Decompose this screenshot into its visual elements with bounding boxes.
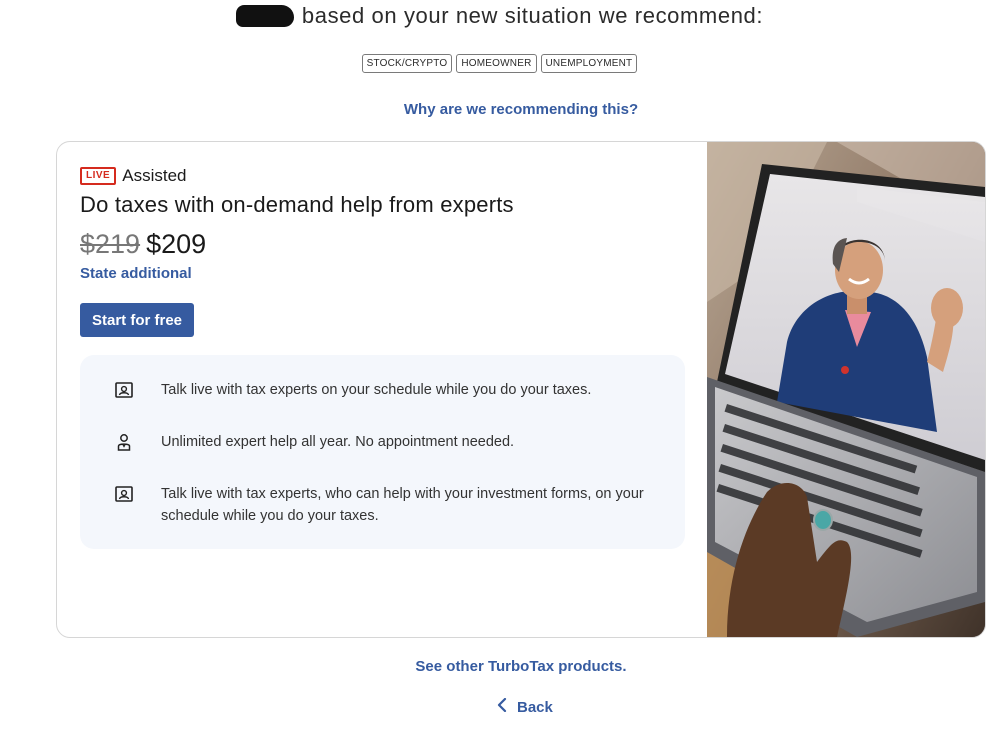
see-other-products-link[interactable]: See other TurboTax products. <box>0 658 999 675</box>
feature-text: Talk live with tax experts, who can help… <box>161 486 644 524</box>
tag-unemployment: UNEMPLOYMENT <box>540 54 638 73</box>
expert-screen-icon <box>115 381 133 399</box>
photo-illustration <box>707 142 985 637</box>
expert-laptop-photo <box>707 142 985 637</box>
feature-list: Talk live with tax experts on your sched… <box>80 355 685 549</box>
state-additional-note: State additional <box>80 265 192 282</box>
product-tier: LIVE Assisted <box>80 166 186 186</box>
new-price: $209 <box>146 229 207 259</box>
live-badge: LIVE <box>80 167 117 185</box>
feature-text: Talk live with tax experts on your sched… <box>161 382 592 398</box>
chevron-left-icon <box>497 697 507 716</box>
tag-stock-crypto: STOCK/CRYPTO <box>361 54 453 73</box>
headline-text: based on your new situation we recommend… <box>301 3 764 28</box>
tag-homeowner: HOMEOWNER <box>456 54 537 73</box>
tier-label: Assisted <box>122 166 187 185</box>
expert-screen-icon <box>115 485 133 503</box>
old-price: $219 <box>80 229 141 259</box>
product-title: Do taxes with on-demand help from expert… <box>80 192 514 217</box>
back-label: Back <box>517 698 553 716</box>
why-recommend-link[interactable]: Why are we recommending this? <box>0 101 999 118</box>
back-link[interactable]: Back <box>497 697 553 716</box>
product-card: LIVE Assisted Do taxes with on-demand he… <box>56 141 986 638</box>
recommendation-page: based on your new situation we recommend… <box>0 0 999 730</box>
situation-tags: STOCK/CRYPTO HOMEOWNER UNEMPLOYMENT <box>0 54 999 73</box>
recommendation-headline: based on your new situation we recommend… <box>0 3 999 29</box>
start-for-free-button[interactable]: Start for free <box>80 303 194 337</box>
expert-person-icon <box>115 433 133 451</box>
price-block: $219 $209 <box>80 229 206 260</box>
product-info: LIVE Assisted Do taxes with on-demand he… <box>57 142 707 637</box>
redacted-name <box>235 5 294 27</box>
feature-text: Unlimited expert help all year. No appoi… <box>161 434 515 450</box>
